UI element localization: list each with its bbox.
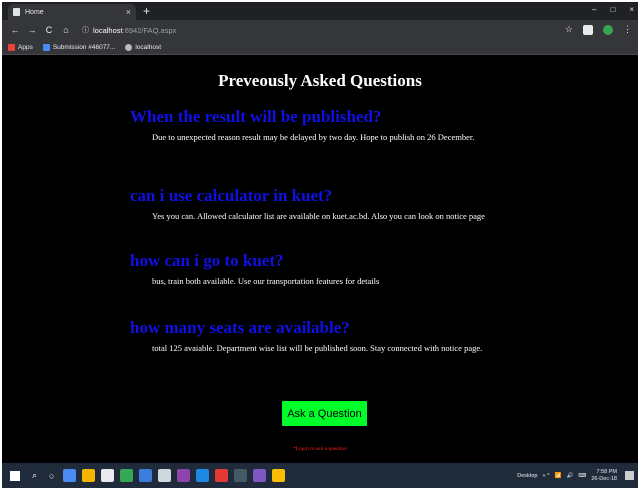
task-view-icon[interactable]: ○ xyxy=(49,471,54,481)
bookmark-submission[interactable]: Submission #46077... xyxy=(42,43,116,51)
store-icon[interactable] xyxy=(82,469,96,482)
bookmarks-bar: Apps Submission #46077... localhost xyxy=(2,40,638,55)
extension-icon[interactable] xyxy=(583,24,593,35)
bookmark-localhost[interactable]: localhost xyxy=(125,43,161,51)
vs-code-icon[interactable] xyxy=(253,469,267,482)
volume-icon[interactable]: 🔊 xyxy=(567,473,574,479)
keyboard-icon[interactable]: ⌨ xyxy=(578,473,586,479)
url-host: localhost xyxy=(93,25,123,35)
close-tab-icon[interactable]: × xyxy=(126,7,131,17)
windows-start-icon[interactable] xyxy=(10,470,20,481)
apps-icon xyxy=(8,43,15,51)
login-note: *Login to ask a question xyxy=(292,446,348,452)
taskbar: ⌕ ○ Desktop » ^ 📶 🔊 ⌨ 7:58 PM 26-Dec-18 xyxy=(2,463,638,488)
bookmark-label: Apps xyxy=(18,43,33,51)
faq-item: how can i go to kuet? bus, train both av… xyxy=(130,251,610,286)
window-controls: – □ × xyxy=(592,5,634,14)
taskbar-apps xyxy=(60,469,288,482)
network-icon[interactable]: 📶 xyxy=(555,473,562,479)
url-path: :6942/FAQ.aspx xyxy=(122,25,177,35)
date: 26-Dec-18 xyxy=(591,475,617,482)
opera-icon[interactable] xyxy=(215,469,229,482)
faq-answer: Due to unexpected reason result may be d… xyxy=(152,132,475,142)
toolbar-right: ☆ ⋮ xyxy=(565,24,632,35)
app-icon[interactable] xyxy=(120,469,134,482)
minimize-icon[interactable]: – xyxy=(592,5,596,14)
chrome-icon[interactable] xyxy=(272,469,286,482)
faq-answer: Yes you can. Allowed calculator list are… xyxy=(152,211,485,221)
ask-question-button[interactable]: Ask a Question xyxy=(282,401,367,426)
tab-home[interactable]: Home × xyxy=(8,4,136,20)
clock[interactable]: 7:58 PM 26-Dec-18 xyxy=(591,469,617,483)
menu-icon[interactable]: ⋮ xyxy=(623,24,632,35)
home-icon[interactable]: ⌂ xyxy=(59,25,73,35)
faq-question: how many seats are available? xyxy=(130,318,350,337)
desktop-label[interactable]: Desktop xyxy=(517,473,537,479)
bookmark-apps[interactable]: Apps xyxy=(8,43,33,51)
faq-item: can i use calculator in kuet? Yes you ca… xyxy=(130,186,610,221)
forward-icon[interactable]: → xyxy=(25,25,39,35)
bookmark-icon xyxy=(42,43,50,51)
screen: Home × + – □ × ← → C ⌂ ⓘ localhost :6942… xyxy=(2,2,638,488)
faq-question: can i use calculator in kuet? xyxy=(130,186,333,205)
close-window-icon[interactable]: × xyxy=(629,5,634,14)
tray-arrows[interactable]: » ^ xyxy=(542,473,549,479)
faq-answer: total 125 avaiable. Department wise list… xyxy=(152,343,483,353)
faq-answer: bus, train both available. Use our trans… xyxy=(152,276,380,286)
maximize-icon[interactable]: □ xyxy=(610,5,615,14)
faq-item: When the result will be published? Due t… xyxy=(130,107,610,142)
terminal-icon[interactable] xyxy=(234,469,248,482)
tab-title: Home xyxy=(25,8,44,16)
new-tab-icon[interactable]: + xyxy=(143,4,150,18)
edge-icon[interactable] xyxy=(139,469,153,482)
visual-studio-icon[interactable] xyxy=(177,469,191,482)
bookmark-label: localhost xyxy=(135,43,161,51)
app2-icon[interactable] xyxy=(196,469,210,482)
tab-bar: Home × + – □ × xyxy=(2,2,638,20)
file-explorer-icon[interactable] xyxy=(63,469,77,482)
browser-toolbar: ← → C ⌂ ⓘ localhost :6942/FAQ.aspx ☆ ⋮ xyxy=(2,20,638,40)
back-icon[interactable]: ← xyxy=(8,25,22,35)
faq-item: how many seats are available? total 125 … xyxy=(130,318,610,353)
faq-question: When the result will be published? xyxy=(130,107,382,126)
page-icon xyxy=(13,8,20,16)
system-tray: Desktop » ^ 📶 🔊 ⌨ 7:58 PM 26-Dec-18 xyxy=(517,463,634,488)
time: 7:58 PM xyxy=(596,468,617,475)
info-icon[interactable]: ⓘ xyxy=(82,25,89,35)
bag-icon[interactable] xyxy=(101,469,115,482)
mail-icon[interactable] xyxy=(158,469,172,482)
address-bar[interactable]: ⓘ localhost :6942/FAQ.aspx xyxy=(82,25,176,35)
notification-icon[interactable] xyxy=(625,471,634,480)
page-title: Preveously Asked Questions xyxy=(218,71,422,90)
reload-icon[interactable]: C xyxy=(42,25,56,35)
globe-icon xyxy=(125,43,133,51)
bookmark-star-icon[interactable]: ☆ xyxy=(565,24,573,35)
bookmark-label: Submission #46077... xyxy=(52,43,116,51)
profile-avatar[interactable] xyxy=(603,24,613,35)
faq-question: how can i go to kuet? xyxy=(130,251,284,270)
search-icon[interactable]: ⌕ xyxy=(32,470,37,481)
page-content: Preveously Asked Questions When the resu… xyxy=(2,55,638,463)
